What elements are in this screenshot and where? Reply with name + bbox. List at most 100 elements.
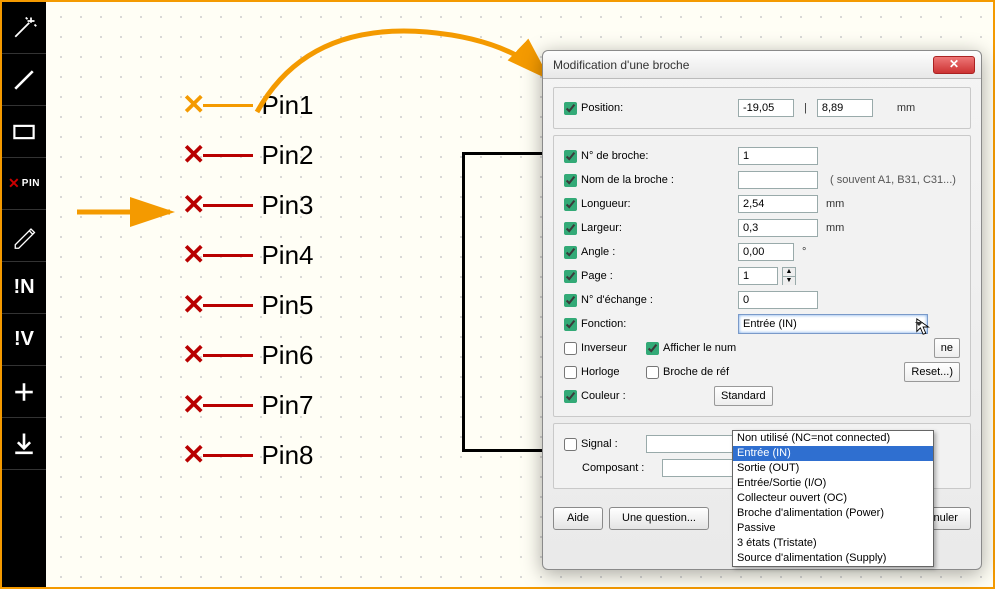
arrow-pin-dialog — [187, 7, 567, 117]
width-label: Largeur: — [581, 222, 622, 234]
page-up[interactable]: ▲ — [783, 268, 795, 277]
help-button[interactable]: Aide — [553, 507, 603, 530]
name-check-label[interactable]: Nom de la broche : — [564, 174, 684, 187]
line-icon — [10, 66, 38, 94]
close-button[interactable]: ✕ — [933, 56, 975, 74]
in-tool[interactable]: !N — [2, 262, 46, 314]
pin-row[interactable]: ✕ Pin2 — [182, 130, 314, 180]
width-checkbox[interactable] — [564, 222, 577, 235]
question-button[interactable]: Une question... — [609, 507, 709, 530]
position-check-label[interactable]: Position: — [564, 102, 684, 115]
function-combo[interactable]: Entrée (IN) — [738, 314, 928, 334]
in-label: !N — [13, 276, 34, 299]
angle-checkbox[interactable] — [564, 246, 577, 259]
inverter-check-label[interactable]: Inverseur — [564, 342, 642, 355]
color-label: Couleur : — [581, 390, 626, 402]
hidden-button-1[interactable]: ne — [934, 338, 960, 358]
function-dropdown[interactable]: Non utilisé (NC=not connected)Entrée (IN… — [732, 430, 934, 567]
function-option[interactable]: Source d'alimentation (Supply) — [733, 551, 933, 566]
line-tool[interactable] — [2, 54, 46, 106]
pencil-tool[interactable] — [2, 210, 46, 262]
name-input[interactable] — [738, 171, 818, 189]
signal-label: Signal : — [581, 438, 618, 450]
color-check-label[interactable]: Couleur : — [564, 390, 684, 403]
dialog-body: Position: | mm N° de broche: Nom de la b… — [543, 79, 981, 503]
pin-row[interactable]: ✕ Pin8 — [182, 430, 314, 480]
pin-line — [203, 154, 253, 157]
width-check-label[interactable]: Largeur: — [564, 222, 684, 235]
refpin-label: Broche de réf — [663, 366, 729, 378]
function-checkbox[interactable] — [564, 318, 577, 331]
pin-row[interactable]: ✕ Pin6 — [182, 330, 314, 380]
plus-tool[interactable] — [2, 366, 46, 418]
page-down[interactable]: ▼ — [783, 277, 795, 285]
num-checkbox[interactable] — [564, 150, 577, 163]
page-check-label[interactable]: Page : — [564, 270, 684, 283]
pin-label: Pin8 — [261, 440, 313, 471]
pin-tool[interactable]: ✕PIN — [2, 158, 46, 210]
pin-row[interactable]: ✕ Pin4 — [182, 230, 314, 280]
pencil-icon — [10, 222, 38, 250]
clock-label: Horloge — [581, 366, 620, 378]
function-option[interactable]: Entrée (IN) — [733, 446, 933, 461]
color-checkbox[interactable] — [564, 390, 577, 403]
dialog-titlebar[interactable]: Modification d'une broche ✕ — [543, 51, 981, 79]
function-option[interactable]: 3 états (Tristate) — [733, 536, 933, 551]
function-option[interactable]: Sortie (OUT) — [733, 461, 933, 476]
num-check-label[interactable]: N° de broche: — [564, 150, 684, 163]
color-button[interactable]: Standard — [714, 386, 773, 406]
function-combo-value: Entrée (IN) — [743, 318, 797, 330]
exchange-check-label[interactable]: N° d'échange : — [564, 294, 684, 307]
page-checkbox[interactable] — [564, 270, 577, 283]
reset-button[interactable]: Reset...) — [904, 362, 960, 382]
num-label: N° de broche: — [581, 150, 648, 162]
clock-checkbox[interactable] — [564, 366, 577, 379]
refpin-checkbox[interactable] — [646, 366, 659, 379]
pin-row[interactable]: ✕ Pin3 — [182, 180, 314, 230]
function-option[interactable]: Entrée/Sortie (I/O) — [733, 476, 933, 491]
pin-tool-label: PIN — [22, 178, 40, 189]
angle-label: Angle : — [581, 246, 615, 258]
function-option[interactable]: Non utilisé (NC=not connected) — [733, 431, 933, 446]
angle-input[interactable] — [738, 243, 794, 261]
pin-row[interactable]: ✕ Pin7 — [182, 380, 314, 430]
position-x-input[interactable] — [738, 99, 794, 117]
signal-check-label[interactable]: Signal : — [564, 438, 642, 451]
download-tool[interactable] — [2, 418, 46, 470]
angle-check-label[interactable]: Angle : — [564, 246, 684, 259]
exchange-input[interactable] — [738, 291, 818, 309]
num-input[interactable] — [738, 147, 818, 165]
name-checkbox[interactable] — [564, 174, 577, 187]
pin-x-icon: ✕ — [182, 291, 205, 319]
shownum-label: Afficher le num — [663, 342, 736, 354]
width-input[interactable] — [738, 219, 818, 237]
rect-tool[interactable] — [2, 106, 46, 158]
pin-x-icon: ✕ — [182, 241, 205, 269]
position-label: Position: — [581, 102, 623, 114]
function-option[interactable]: Broche d'alimentation (Power) — [733, 506, 933, 521]
function-option[interactable]: Passive — [733, 521, 933, 536]
rect-icon — [10, 118, 38, 146]
wand-tool[interactable] — [2, 2, 46, 54]
function-check-label[interactable]: Fonction: — [564, 318, 684, 331]
pin-x-icon: ✕ — [182, 441, 205, 469]
position-checkbox[interactable] — [564, 102, 577, 115]
position-y-input[interactable] — [817, 99, 873, 117]
clock-check-label[interactable]: Horloge — [564, 366, 642, 379]
shownum-checkbox[interactable] — [646, 342, 659, 355]
inverter-checkbox[interactable] — [564, 342, 577, 355]
length-input[interactable] — [738, 195, 818, 213]
page-input[interactable] — [738, 267, 778, 285]
pin-x-icon: ✕ — [182, 391, 205, 419]
function-option[interactable]: Collecteur ouvert (OC) — [733, 491, 933, 506]
pin-row[interactable]: ✕ Pin5 — [182, 280, 314, 330]
length-check-label[interactable]: Longueur: — [564, 198, 684, 211]
shownum-check-label[interactable]: Afficher le num — [646, 342, 736, 355]
signal-checkbox[interactable] — [564, 438, 577, 451]
page-stepper[interactable]: ▲▼ — [782, 267, 796, 285]
refpin-check-label[interactable]: Broche de réf — [646, 366, 729, 379]
iv-tool[interactable]: !V — [2, 314, 46, 366]
length-checkbox[interactable] — [564, 198, 577, 211]
exchange-checkbox[interactable] — [564, 294, 577, 307]
pin-dialog: Modification d'une broche ✕ Position: | … — [542, 50, 982, 570]
